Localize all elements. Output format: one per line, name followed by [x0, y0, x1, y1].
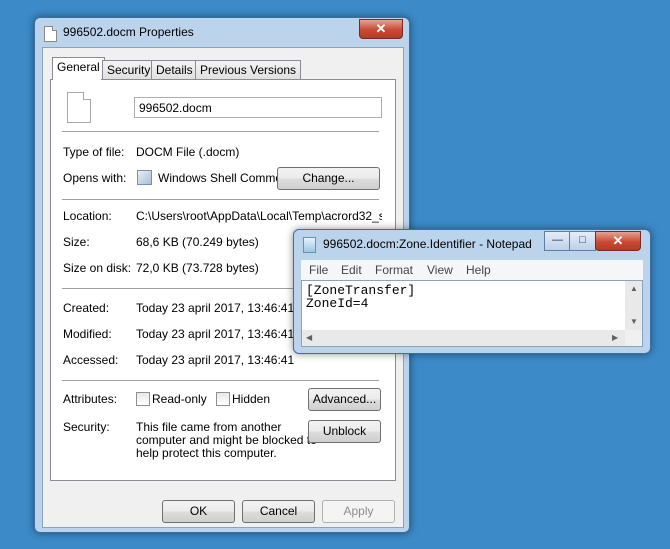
advanced-button[interactable]: Advanced...	[308, 388, 381, 411]
maximize-button[interactable]: □	[569, 231, 596, 251]
security-text-line: This file came from another	[136, 420, 282, 434]
notepad-titlebar[interactable]: 996502.docm:Zone.Identifier - Notepad — …	[294, 230, 650, 260]
unblock-button[interactable]: Unblock	[308, 420, 381, 443]
ok-button[interactable]: OK	[162, 500, 235, 523]
filename-input[interactable]: 996502.docm	[134, 97, 382, 118]
menu-help[interactable]: Help	[466, 263, 491, 277]
hidden-label: Hidden	[232, 392, 271, 406]
size-grip	[625, 330, 642, 346]
apply-button: Apply	[322, 500, 395, 523]
menu-edit[interactable]: Edit	[341, 263, 362, 277]
shell-app-icon	[137, 170, 152, 185]
created-label: Created:	[63, 301, 110, 315]
scroll-up-arrow[interactable]: ▲	[630, 284, 638, 294]
accessed-label: Accessed:	[63, 353, 119, 367]
scroll-down-arrow[interactable]: ▼	[630, 317, 638, 327]
horizontal-scrollbar[interactable]: ◀ ▶	[302, 330, 625, 346]
scroll-right-arrow[interactable]: ▶	[612, 333, 618, 343]
large-file-icon	[67, 92, 91, 123]
location-label: Location:	[63, 209, 112, 223]
menu-format[interactable]: Format	[375, 263, 413, 277]
opens-value: Windows Shell Commor	[158, 171, 287, 185]
modified-label: Modified:	[63, 327, 112, 341]
notepad-menubar: File Edit Format View Help	[301, 260, 643, 280]
notepad-icon	[303, 237, 316, 253]
close-button[interactable]: ✕	[595, 231, 641, 251]
separator	[62, 131, 379, 132]
size-value: 68,6 KB (70.249 bytes)	[136, 235, 259, 249]
properties-titlebar[interactable]: 996502.docm Properties ✕	[35, 18, 409, 48]
change-button[interactable]: Change...	[277, 167, 380, 190]
accessed-value: Today 23 april 2017, 13:46:41	[136, 353, 295, 367]
menu-view[interactable]: View	[427, 263, 453, 277]
readonly-checkbox[interactable]	[136, 392, 150, 406]
vertical-scrollbar[interactable]: ▲ ▼	[625, 281, 642, 330]
editor-line: ZoneId=4	[306, 296, 369, 311]
notepad-title: 996502.docm:Zone.Identifier - Notepad	[323, 237, 532, 251]
size-on-disk-value: 72,0 KB (73.728 bytes)	[136, 261, 259, 275]
filename-value: 996502.docm	[139, 101, 212, 115]
size-on-disk-label: Size on disk:	[63, 261, 132, 275]
scroll-left-arrow[interactable]: ◀	[306, 333, 312, 343]
opens-label: Opens with:	[63, 171, 127, 185]
minimize-button[interactable]: —	[544, 231, 571, 251]
size-label: Size:	[63, 235, 90, 249]
created-value: Today 23 april 2017, 13:46:41	[136, 301, 295, 315]
document-icon	[44, 26, 57, 42]
notepad-window: 996502.docm:Zone.Identifier - Notepad — …	[293, 229, 651, 354]
separator	[62, 380, 379, 381]
hidden-checkbox[interactable]	[216, 392, 230, 406]
security-label: Security:	[63, 420, 110, 434]
security-text-line: help protect this computer.	[136, 446, 277, 460]
tab-security[interactable]: Security	[102, 60, 156, 80]
tab-details[interactable]: Details	[151, 60, 198, 80]
notepad-editor[interactable]: [ZoneTransfer] ZoneId=4 ▲ ▼ ◀ ▶	[301, 280, 643, 347]
type-value: DOCM File (.docm)	[136, 145, 240, 159]
window-title: 996502.docm Properties	[63, 25, 194, 39]
security-text-line: computer and might be blocked to	[136, 433, 317, 447]
type-label: Type of file:	[63, 145, 125, 159]
attributes-label: Attributes:	[63, 392, 118, 406]
close-button[interactable]: ✕	[359, 19, 403, 39]
tab-previous-versions[interactable]: Previous Versions	[195, 60, 302, 80]
location-value: C:\Users\root\AppData\Local\Temp\acrord3…	[136, 209, 382, 223]
tab-general[interactable]: General	[52, 57, 105, 79]
menu-file[interactable]: File	[309, 263, 328, 277]
modified-value: Today 23 april 2017, 13:46:41	[136, 327, 295, 341]
readonly-label: Read-only	[152, 392, 207, 406]
separator	[62, 199, 379, 200]
cancel-button[interactable]: Cancel	[242, 500, 315, 523]
